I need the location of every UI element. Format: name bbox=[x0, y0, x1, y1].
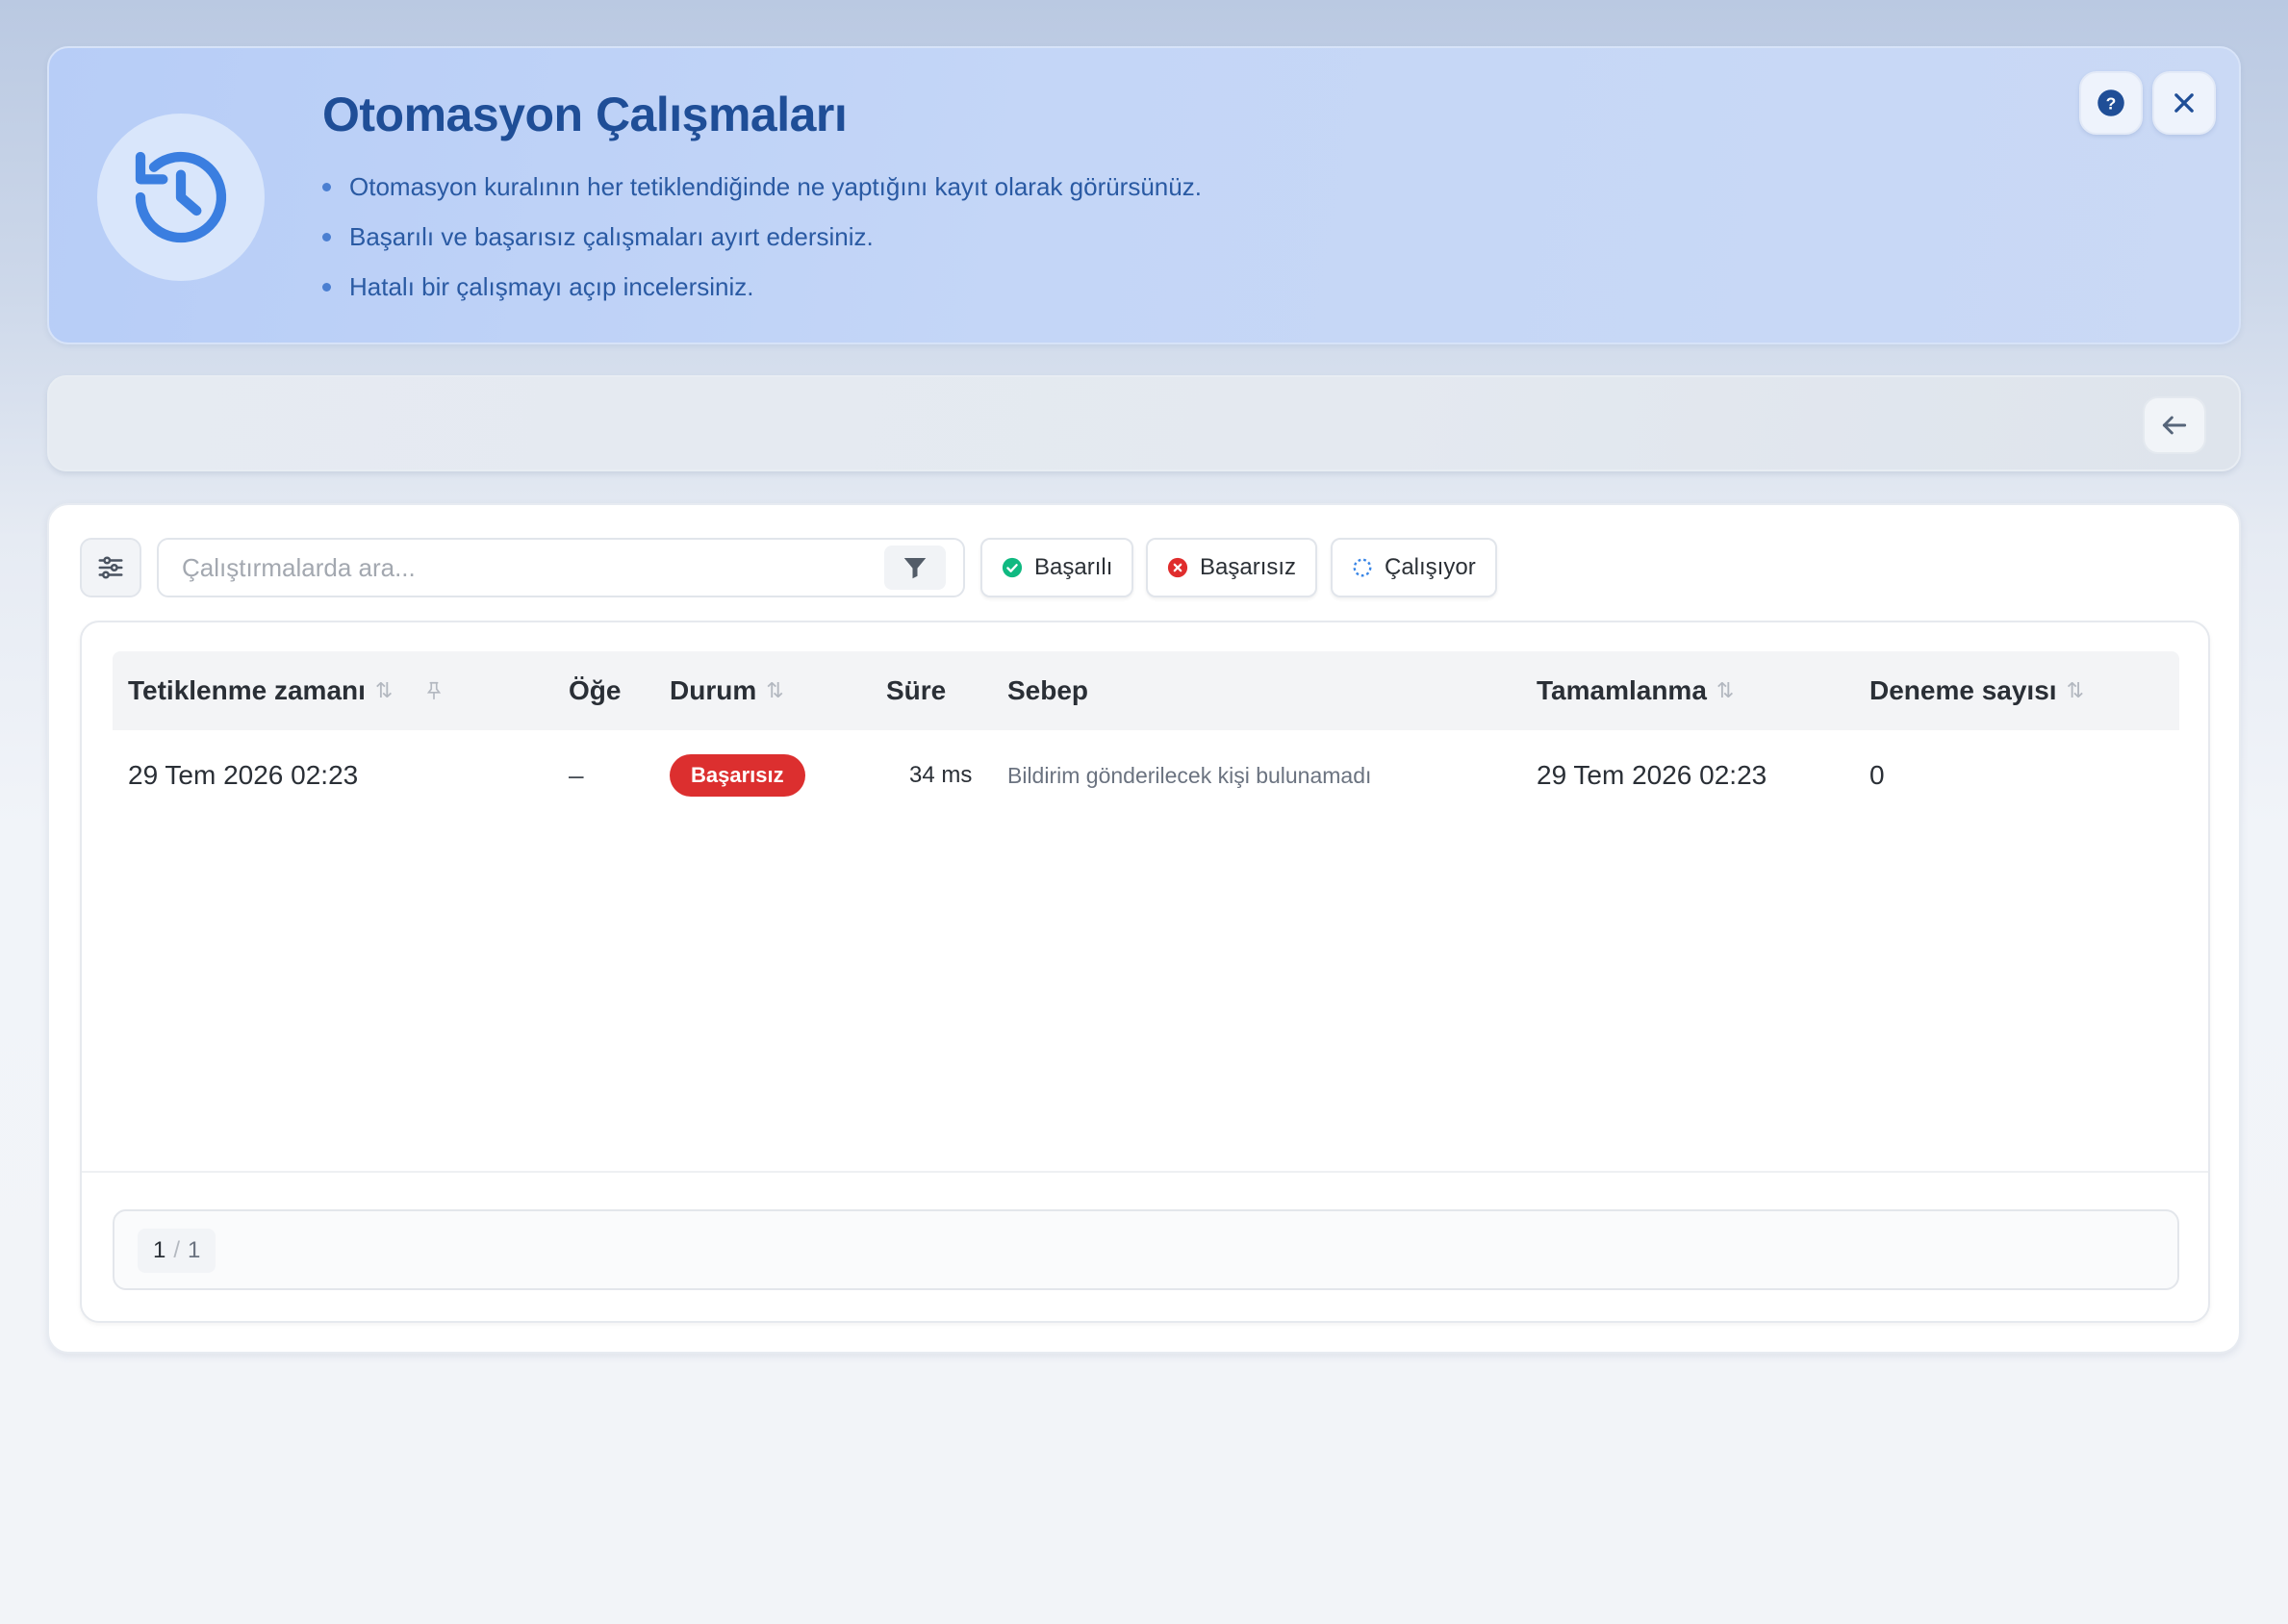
history-icon bbox=[97, 114, 265, 281]
column-header-attempts[interactable]: Deneme sayısı ⇅ bbox=[1869, 651, 2084, 730]
filter-button[interactable] bbox=[884, 546, 946, 590]
cell-completed: 29 Tem 2026 02:23 bbox=[1537, 760, 1767, 790]
help-icon: ? bbox=[2097, 89, 2124, 116]
chip-label: Çalışıyor bbox=[1385, 554, 1476, 580]
cell-status: Başarısız bbox=[670, 730, 805, 821]
column-label: Tamamlanma bbox=[1537, 675, 1707, 705]
x-circle-icon bbox=[1167, 557, 1188, 578]
pin-icon[interactable] bbox=[423, 678, 445, 703]
column-label: Süre bbox=[886, 675, 947, 705]
close-icon bbox=[2174, 93, 2194, 113]
info-bullet: Başarılı ve başarısız çalışmaları ayırt … bbox=[322, 217, 1202, 267]
cell-triggered: 29 Tem 2026 02:23 bbox=[128, 760, 359, 790]
page-total: 1 bbox=[188, 1237, 201, 1263]
spinner-icon bbox=[1353, 558, 1372, 577]
column-header-completed[interactable]: Tamamlanma ⇅ bbox=[1537, 651, 1734, 730]
column-header-status[interactable]: Durum ⇅ bbox=[670, 651, 784, 730]
sort-icon[interactable]: ⇅ bbox=[2067, 651, 2084, 730]
info-bullet: Hatalı bir çalışmayı açıp incelersiniz. bbox=[322, 267, 1202, 317]
info-list: Otomasyon kuralının her tetiklendiğinde … bbox=[322, 167, 1202, 317]
column-header-triggered[interactable]: Tetiklenme zamanı ⇅ bbox=[128, 651, 445, 730]
runs-card: Başarılı Başarısız Çalışıyor Tetiklenme … bbox=[47, 503, 2241, 1354]
search-box bbox=[157, 538, 965, 597]
arrow-left-icon bbox=[2162, 416, 2187, 435]
search-input[interactable] bbox=[182, 540, 855, 596]
svg-text:?: ? bbox=[2106, 93, 2117, 113]
pagination: 1 / 1 bbox=[113, 1209, 2179, 1290]
back-button[interactable] bbox=[2143, 396, 2206, 454]
cell-duration: 34 ms bbox=[909, 762, 973, 788]
filter-chip-success[interactable]: Başarılı bbox=[980, 538, 1134, 597]
info-bullet: Otomasyon kuralının her tetiklendiğinde … bbox=[322, 167, 1202, 217]
column-label: Öğe bbox=[569, 675, 622, 705]
column-header-duration[interactable]: Süre bbox=[886, 651, 946, 730]
column-label: Tetiklenme zamanı bbox=[128, 675, 366, 705]
chip-label: Başarılı bbox=[1034, 554, 1113, 580]
column-header-item[interactable]: Öğe bbox=[569, 651, 621, 730]
close-button[interactable] bbox=[2152, 71, 2216, 135]
filter-chip-running[interactable]: Çalışıyor bbox=[1331, 538, 1497, 597]
page-separator: / bbox=[173, 1237, 181, 1263]
runs-table: Tetiklenme zamanı ⇅ Öğe Durum ⇅ Süre Seb… bbox=[80, 621, 2210, 1323]
cell-reason: Bildirim gönderilecek kişi bulunamadı bbox=[1007, 762, 1372, 788]
sort-icon[interactable]: ⇅ bbox=[766, 651, 783, 730]
sliders-icon bbox=[98, 556, 123, 579]
column-settings-button[interactable] bbox=[80, 538, 141, 597]
action-strip bbox=[47, 375, 2241, 471]
cell-item: – bbox=[569, 760, 584, 790]
check-circle-icon bbox=[1002, 557, 1023, 578]
table-divider bbox=[82, 1171, 2208, 1173]
column-label: Sebep bbox=[1007, 675, 1089, 705]
sort-icon[interactable]: ⇅ bbox=[375, 651, 393, 730]
page-title: Otomasyon Çalışmaları bbox=[322, 88, 848, 141]
table-header: Tetiklenme zamanı ⇅ Öğe Durum ⇅ Süre Seb… bbox=[113, 651, 2179, 730]
page-indicator: 1 / 1 bbox=[138, 1229, 216, 1273]
column-label: Durum bbox=[670, 675, 757, 705]
filter-chip-failed[interactable]: Başarısız bbox=[1146, 538, 1318, 597]
status-badge: Başarısız bbox=[670, 754, 805, 797]
help-button[interactable]: ? bbox=[2079, 71, 2143, 135]
sort-icon[interactable]: ⇅ bbox=[1716, 651, 1734, 730]
column-label: Deneme sayısı bbox=[1869, 675, 2057, 705]
column-header-reason[interactable]: Sebep bbox=[1007, 651, 1088, 730]
info-banner: Otomasyon Çalışmaları Otomasyon kuralını… bbox=[47, 46, 2241, 344]
filter-icon bbox=[903, 558, 927, 579]
cell-attempts: 0 bbox=[1869, 760, 1885, 790]
page-current: 1 bbox=[153, 1237, 166, 1263]
chip-label: Başarısız bbox=[1200, 554, 1297, 580]
